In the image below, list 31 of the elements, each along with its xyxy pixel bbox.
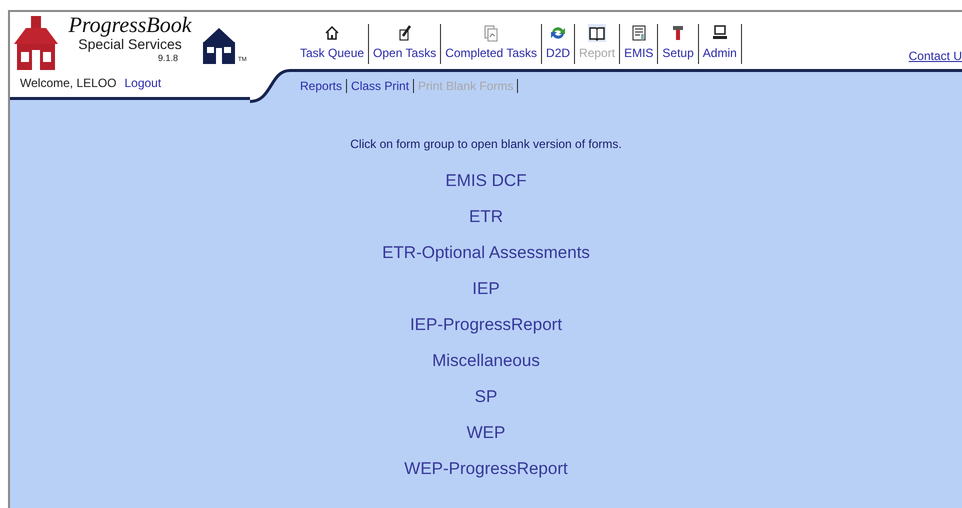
form-group-link[interactable]: Miscellaneous (432, 351, 540, 371)
house-icon (323, 24, 342, 42)
logout-link[interactable]: Logout (124, 74, 162, 92)
form-group-link[interactable]: WEP (466, 423, 506, 443)
document-icon (482, 24, 500, 42)
form-group-link[interactable]: SP (474, 387, 498, 407)
computer-icon (710, 24, 729, 42)
version-text: 9.1.8 (158, 52, 178, 65)
contact-link[interactable]: Contact U (908, 47, 962, 65)
form-group-link[interactable]: WEP-ProgressReport (404, 459, 568, 479)
form-group-link[interactable]: IEP-ProgressReport (410, 315, 562, 335)
product-name: Special Services (78, 36, 182, 52)
form-group-link[interactable]: EMIS DCF (445, 171, 527, 191)
house-logo-icon (200, 28, 238, 64)
nav-tab[interactable]: Admin (698, 24, 742, 64)
nav-tab[interactable]: EMIS (620, 24, 658, 64)
instruction-text: Click on form group to open blank version of forms. (350, 136, 622, 153)
subnav-link[interactable]: Reports (296, 79, 348, 93)
form-group-link[interactable]: ETR-Optional Assessments (382, 243, 590, 263)
nav-tab[interactable]: Task Queue (296, 24, 370, 64)
form-group-link[interactable]: IEP (472, 279, 500, 299)
nav-tab[interactable]: D2D (542, 24, 576, 64)
nav-tab[interactable]: Open Tasks (369, 24, 442, 64)
nav-tab[interactable]: Completed Tasks (441, 24, 542, 64)
document-icon (630, 24, 648, 42)
nav-tab[interactable]: Setup (658, 24, 699, 64)
book-icon (588, 24, 606, 42)
subnav-link[interactable]: Class Print (347, 79, 414, 93)
form-group-link[interactable]: ETR (469, 207, 503, 227)
brand-logo-text: ProgressBook (68, 14, 192, 36)
welcome-text: Welcome, LELOO (20, 75, 116, 92)
